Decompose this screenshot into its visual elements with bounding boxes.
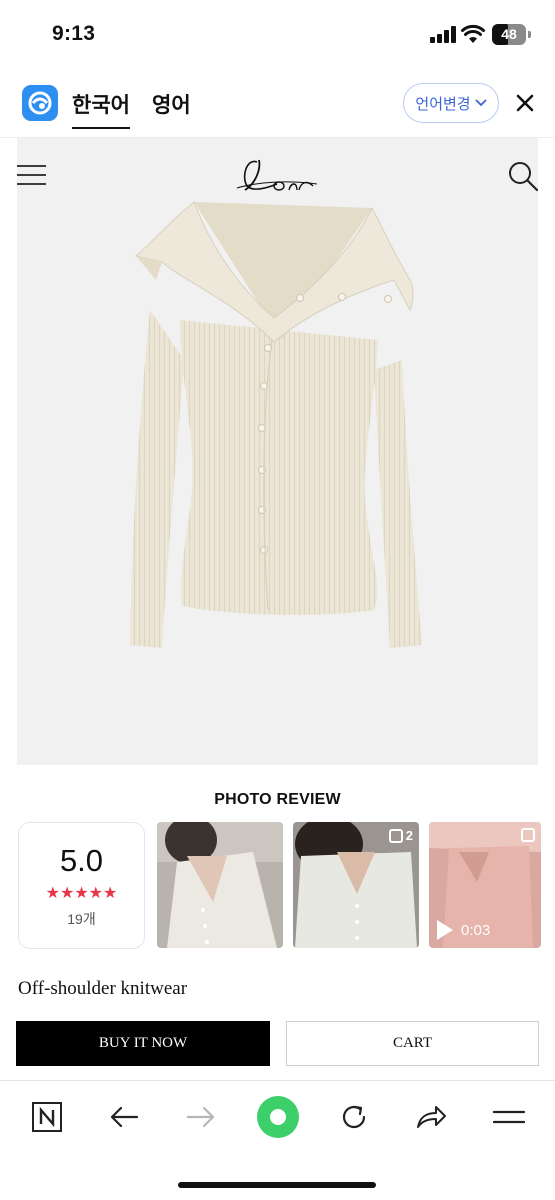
review-photo-1-image — [157, 822, 283, 948]
review-count: 19개 — [67, 911, 96, 927]
battery-cap — [528, 31, 531, 38]
rating-summary-card[interactable]: 5.0 ★★★★★ 19개 — [18, 822, 145, 949]
close-icon[interactable] — [512, 90, 538, 116]
product-name: Off-shoulder knitwear — [18, 978, 188, 999]
language-change-label: 언어변경 — [415, 95, 471, 113]
photo-review-title: PHOTO REVIEW — [214, 791, 341, 808]
multi-photo-badge: 2 — [388, 828, 413, 843]
cart-button[interactable]: CART — [286, 1021, 539, 1066]
rating-score: 5.0 — [59, 843, 104, 878]
rating-stars-icon: ★★★★★ — [45, 885, 118, 902]
battery-level: 48 — [501, 26, 517, 42]
multi-photo-badge — [521, 828, 535, 842]
product-knit-cardigan-image[interactable] — [122, 190, 432, 660]
status-time: 9:13 — [52, 22, 96, 45]
buy-it-now-button[interactable]: BUY IT NOW — [16, 1021, 270, 1066]
video-overlay: 0:03 — [437, 920, 490, 940]
forward-arrow-icon[interactable] — [181, 1097, 221, 1137]
play-icon — [437, 920, 453, 940]
browser-toolbar — [0, 1080, 555, 1200]
tab-english[interactable]: 영어 — [152, 89, 191, 119]
share-icon[interactable] — [411, 1097, 451, 1137]
product-image-area — [17, 138, 538, 765]
back-arrow-icon[interactable] — [104, 1097, 144, 1137]
green-home-icon[interactable] — [256, 1095, 300, 1139]
hamburger-menu-icon[interactable] — [17, 164, 47, 186]
translate-app-icon[interactable] — [22, 85, 58, 121]
status-bar: 9:13 48 — [0, 0, 555, 70]
cellular-signal-icon — [430, 26, 456, 43]
tab-korean[interactable]: 한국어 — [72, 89, 130, 129]
menu-icon[interactable] — [489, 1097, 529, 1137]
refresh-icon[interactable] — [334, 1097, 374, 1137]
photo-count: 2 — [405, 828, 413, 843]
language-change-button[interactable]: 언어변경 — [403, 83, 499, 123]
wifi-icon — [461, 24, 485, 43]
home-indicator — [178, 1182, 376, 1188]
battery-indicator: 48 — [492, 24, 526, 45]
video-duration: 0:03 — [461, 921, 491, 939]
naver-n-icon[interactable] — [27, 1097, 67, 1137]
chevron-down-icon — [474, 99, 487, 107]
search-icon[interactable] — [507, 160, 538, 192]
review-video-thumbnail[interactable]: 0:03 — [429, 822, 541, 948]
multi-photo-icon — [388, 828, 403, 843]
review-photo-thumbnail[interactable] — [157, 822, 283, 948]
review-photo-thumbnail[interactable]: 2 — [293, 822, 419, 948]
translate-bar: 한국어 영어 언어변경 — [0, 72, 555, 138]
multi-photo-icon — [521, 828, 535, 842]
